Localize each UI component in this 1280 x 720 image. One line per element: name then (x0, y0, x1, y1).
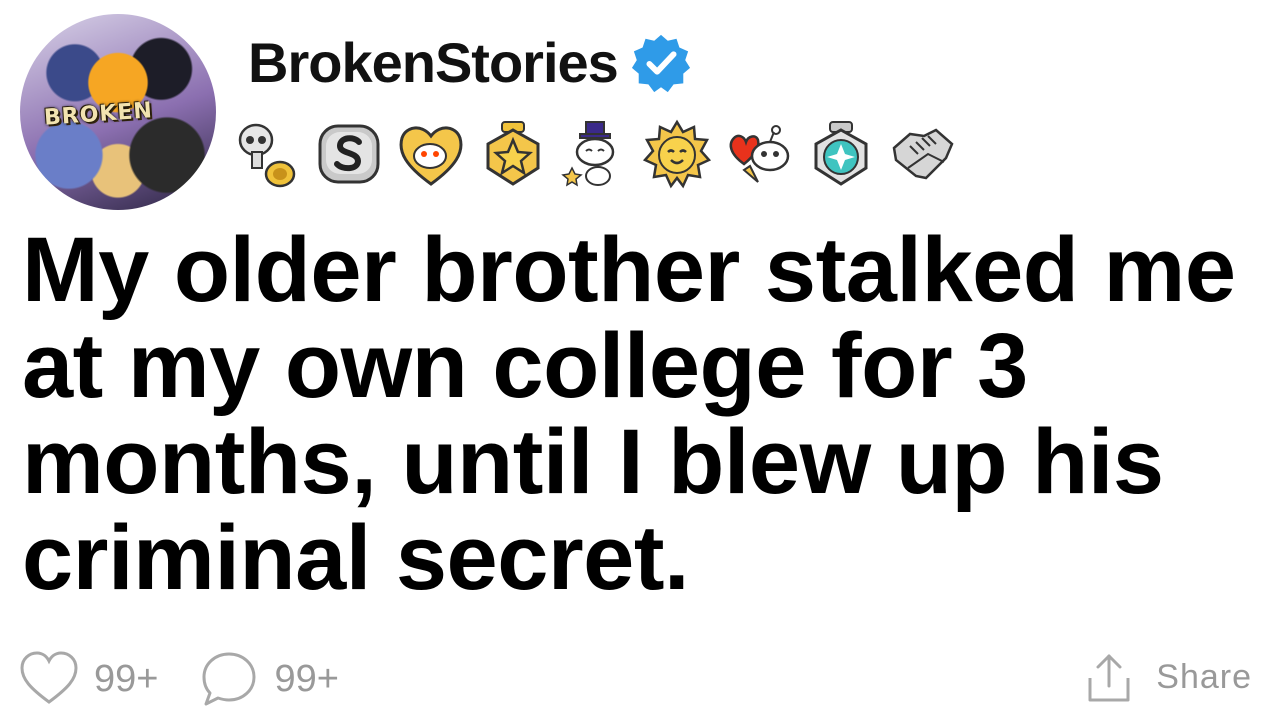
heart-icon (20, 651, 78, 704)
silver-s-badge-icon (318, 124, 380, 184)
sun-face-badge-icon (642, 119, 712, 189)
gold-star-badge-icon (486, 121, 540, 186)
avatar[interactable]: BROKEN (20, 14, 216, 210)
post-title: My older brother stalked me at my own co… (22, 219, 1236, 609)
snoo-love-badge-icon (729, 125, 790, 183)
post-actions: 99+ 99+ (18, 648, 379, 710)
handshake-badge-icon (892, 128, 954, 180)
verified-badge-icon (631, 34, 690, 92)
snoo-heart-badge-icon (399, 126, 463, 186)
diamond-gem-badge-icon (814, 121, 868, 186)
share-button[interactable]: Share (1084, 650, 1252, 704)
username[interactable]: BrokenStories (248, 30, 619, 95)
comment-button[interactable]: 99+ (198, 648, 339, 710)
like-button[interactable]: 99+ (18, 648, 158, 710)
comment-count: 99+ (274, 657, 339, 700)
share-label: Share (1156, 657, 1252, 696)
like-count: 99+ (94, 657, 159, 700)
author-row: BrokenStories (248, 30, 692, 95)
snoo-magician-badge-icon (561, 121, 615, 187)
skull-trophy-badge-icon (238, 123, 296, 188)
badge-strip (232, 118, 958, 190)
comment-bubble-icon (202, 652, 256, 706)
share-icon (1088, 654, 1130, 702)
avatar-logo-text: BROKEN (43, 98, 154, 131)
